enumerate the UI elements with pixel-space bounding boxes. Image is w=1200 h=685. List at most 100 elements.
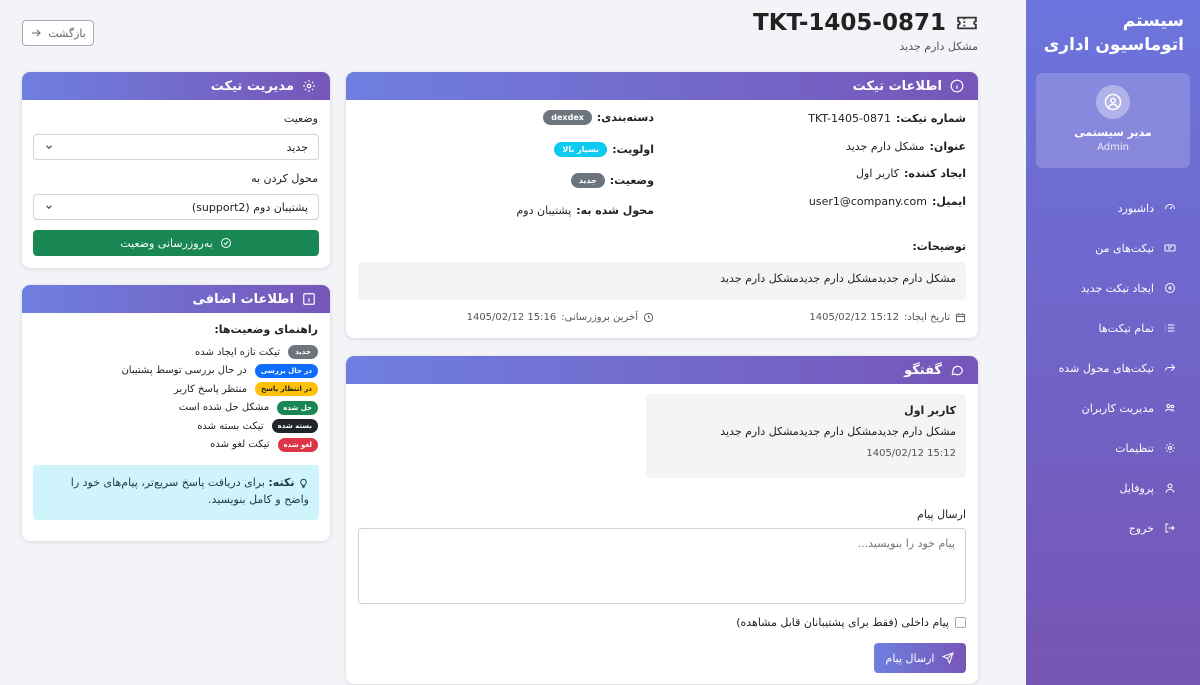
user-card: مدیر سیستمی Admin xyxy=(1036,73,1190,168)
update-status-button[interactable]: به‌روزرسانی وضعیت xyxy=(33,230,319,256)
list-icon xyxy=(1165,324,1175,332)
logout-icon xyxy=(1165,523,1175,533)
extra-info-card: اطلاعات اضافی راهنمای وضعیت‌ها: جدید تیک… xyxy=(22,285,330,541)
user-icon xyxy=(1165,483,1175,493)
conversation-card: گفتگو کاربر اول مشکل دارم جدیدمشکل دارم … xyxy=(346,356,978,684)
legend-row: در حال بررسی در حال بررسی توسط پشتیبان xyxy=(121,362,318,381)
tip-note: نکته: برای دریافت پاسخ سریع‌تر، پیام‌های… xyxy=(33,465,319,520)
sidebar-item-users[interactable]: مدیریت کاربران xyxy=(1036,388,1190,428)
legend-badge: لغو شده xyxy=(277,437,318,452)
gear-icon xyxy=(303,80,315,92)
label: ایجاد کننده: xyxy=(903,167,966,180)
internal-message-checkbox[interactable] xyxy=(955,617,966,628)
back-button[interactable]: بازگشت xyxy=(22,20,94,46)
info-email: ایمیل: user1@company.com xyxy=(809,195,966,208)
created-meta: تاریخ ایجاد: 1405/02/12 15:12 xyxy=(809,312,966,323)
sidebar-item-profile[interactable]: پروفایل xyxy=(1036,468,1190,508)
priority-badge: بسیار بالا xyxy=(554,142,608,157)
extra-info-title: اطلاعات اضافی xyxy=(192,291,295,307)
note-title: نکته: xyxy=(268,476,295,489)
sidebar-item-label: ایجاد تیکت جدید xyxy=(1080,281,1154,295)
chat-message: کاربر اول مشکل دارم جدیدمشکل دارم جدیدمش… xyxy=(646,394,966,478)
user-avatar-icon xyxy=(1096,85,1130,119)
send-button-label: ارسال پیام xyxy=(885,651,935,665)
dashboard-icon xyxy=(1165,204,1175,210)
sidebar-item-assigned-tickets[interactable]: تیکت‌های محول شده xyxy=(1036,348,1190,388)
ticket-management-card: مدیریت تیکت وضعیت جدید محول کردن به پشتی… xyxy=(22,72,330,268)
internal-message-label: پیام داخلی (فقط برای پشتیبانان قابل مشاه… xyxy=(736,616,949,629)
value: پشتیبان دوم xyxy=(516,204,572,217)
info-status: وضعیت: جدید xyxy=(570,173,654,188)
label: عنوان: xyxy=(929,140,966,153)
sidebar-item-new-ticket[interactable]: ایجاد تیکت جدید xyxy=(1036,268,1190,308)
message-time: 1405/02/12 15:12 xyxy=(866,448,956,459)
info-assigned: محول شده به: پشتیبان دوم xyxy=(517,204,655,217)
chevron-down-icon xyxy=(46,205,52,209)
message-input[interactable] xyxy=(358,528,966,604)
status-guide-title: راهنمای وضعیت‌ها: xyxy=(214,323,318,336)
legend-row: جدید تیکت تازه ایجاد شده xyxy=(121,343,318,362)
sidebar-item-label: داشبورد xyxy=(1117,201,1154,215)
value: user1@company.com xyxy=(808,195,928,208)
description-label: توضیحات: xyxy=(912,240,966,253)
info-creator: ایجاد کننده: کاربر اول xyxy=(856,167,966,180)
legend-text: تیکت بسته شده xyxy=(197,420,264,432)
sidebar-item-all-tickets[interactable]: تمام تیکت‌ها xyxy=(1036,308,1190,348)
ticket-subtitle: مشکل دارم جدید xyxy=(899,40,978,53)
value: کاربر اول xyxy=(856,167,899,180)
legend-badge: جدید xyxy=(288,345,318,360)
sidebar-item-label: تمام تیکت‌ها xyxy=(1098,321,1155,335)
sidebar-item-settings[interactable]: تنظیمات xyxy=(1036,428,1190,468)
users-icon xyxy=(1165,404,1175,412)
send-message-button[interactable]: ارسال پیام xyxy=(874,643,966,673)
info-category: دسته‌بندی: dexdex xyxy=(543,110,654,125)
info-subject: عنوان: مشکل دارم جدید xyxy=(846,140,966,153)
chat-icon xyxy=(951,365,963,376)
arrow-right-icon xyxy=(32,29,41,37)
calendar-icon xyxy=(955,313,966,323)
send-icon xyxy=(942,652,955,664)
label: دسته‌بندی: xyxy=(596,111,654,124)
category-badge: dexdex xyxy=(543,110,592,125)
info-priority: اولویت: بسیار بالا xyxy=(554,142,654,157)
chevron-down-icon xyxy=(46,145,52,149)
ticket-info-card: اطلاعات تیکت شماره تیکت: TKT-1405-0871 ع… xyxy=(346,72,978,338)
status-badge: جدید xyxy=(570,173,605,188)
updated-value: 1405/02/12 15:16 xyxy=(466,312,557,323)
assign-field-label: محول کردن به xyxy=(251,172,318,185)
update-button-label: به‌روزرسانی وضعیت xyxy=(120,236,213,250)
sidebar-item-logout[interactable]: خروج xyxy=(1036,508,1190,548)
legend-row: بسته شده تیکت بسته شده xyxy=(121,417,318,436)
sidebar-item-my-tickets[interactable]: تیکت‌های من xyxy=(1036,228,1190,268)
plus-circle-icon xyxy=(1165,283,1175,293)
brand-title: سیستم اتوماسیون اداری xyxy=(1043,11,1184,55)
sidebar-item-dashboard[interactable]: داشبورد xyxy=(1036,188,1190,228)
sidebar-item-label: تیکت‌های من xyxy=(1095,241,1154,255)
internal-message-option[interactable]: پیام داخلی (فقط برای پشتیبانان قابل مشاه… xyxy=(736,616,966,629)
status-field-label: وضعیت xyxy=(283,112,318,125)
ticket-icon xyxy=(957,16,977,30)
sidebar-item-label: خروج xyxy=(1128,521,1154,535)
send-message-label: ارسال پیام xyxy=(917,508,966,521)
legend-row: لغو شده تیکت لغو شده xyxy=(121,436,318,455)
label: محول شده به: xyxy=(576,204,654,217)
description-text: مشکل دارم جدیدمشکل دارم جدیدمشکل دارم جد… xyxy=(720,272,956,285)
value: TKT-1405-0871 xyxy=(808,112,891,125)
lightbulb-icon xyxy=(300,478,307,488)
conversation-header: گفتگو xyxy=(346,356,978,384)
ticket-info-title: اطلاعات تیکت xyxy=(852,78,942,94)
sidebar-item-label: تیکت‌های محول شده xyxy=(1058,361,1154,375)
label: اولویت: xyxy=(612,143,654,156)
created-label: تاریخ ایجاد: xyxy=(904,312,950,323)
ticket-id: TKT-1405-0871 xyxy=(753,10,946,36)
sidebar-item-label: پروفایل xyxy=(1119,481,1154,495)
forward-icon xyxy=(1165,364,1176,371)
status-select[interactable]: جدید xyxy=(33,134,319,160)
ticket-info-grid: شماره تیکت: TKT-1405-0871 عنوان: مشکل دا… xyxy=(346,100,978,240)
legend-row: در انتظار پاسخ منتظر پاسخ کاربر xyxy=(121,380,318,399)
user-name: مدیر سیستمی xyxy=(1074,126,1152,139)
legend-text: منتظر پاسخ کاربر xyxy=(173,383,247,395)
legend-badge: در انتظار پاسخ xyxy=(254,382,318,397)
assign-select[interactable]: پشتیبان دوم (support2) xyxy=(33,194,319,220)
legend-badge: در حال بررسی xyxy=(254,363,318,378)
